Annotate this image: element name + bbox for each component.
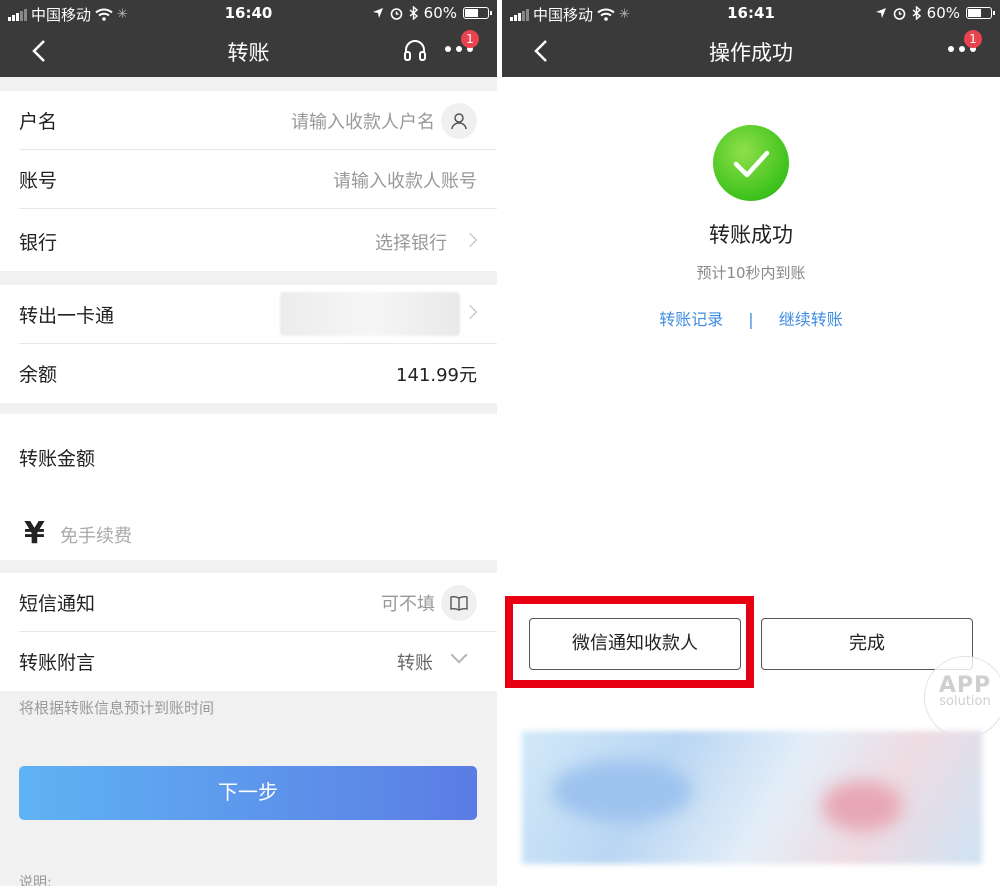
action-links: 转账记录 | 继续转账 [502, 306, 1000, 330]
memo-row[interactable]: 转账附言 转账 [19, 632, 497, 691]
status-bar: 中国移动 ✳ 16:40 60% [0, 0, 497, 26]
bluetooth-icon [912, 6, 921, 20]
location-icon [875, 8, 886, 18]
payee-name-input[interactable]: 请输入收款人户名 [291, 108, 435, 134]
success-screen: 中国移动 ✳ 16:41 60% 操作成功 1 转账成功 预计10秒内到账 转账… [502, 0, 1000, 886]
chevron-down-icon[interactable] [450, 646, 468, 664]
account-row[interactable]: 账号 请输入收款人账号 [19, 150, 497, 209]
sms-row[interactable]: 短信通知 可不填 [19, 573, 497, 632]
success-title: 转账成功 [709, 223, 793, 247]
payee-name-row[interactable]: 户名 请输入收款人户名 [19, 91, 497, 150]
bank-label: 银行 [19, 232, 58, 254]
notification-badge: 1 [964, 30, 982, 48]
alarm-icon [893, 7, 905, 20]
memo-select[interactable]: 转账 [397, 649, 433, 675]
status-right: 60% [372, 4, 492, 22]
source-section: 转出一卡通 余额 141.99元 [0, 285, 497, 403]
app-solution-watermark: APP solution [924, 656, 1000, 738]
extra-section: 短信通知 可不填 转账附言 转账 [0, 573, 497, 691]
book-icon [450, 595, 468, 611]
nav-bar: 操作成功 1 [502, 26, 1000, 77]
sms-input[interactable]: 可不填 [381, 590, 435, 616]
battery-percent: 60% [926, 4, 960, 22]
continue-transfer-link[interactable]: 继续转账 [779, 310, 843, 329]
arrival-hint: 将根据转账信息预计到账时间 [19, 699, 215, 717]
sms-label: 短信通知 [19, 593, 96, 615]
account-input[interactable]: 请输入收款人账号 [333, 167, 477, 193]
watermark-line2: solution [939, 694, 991, 709]
amount-input[interactable]: 免手续费 [60, 522, 132, 548]
phonebook-button[interactable] [441, 585, 477, 621]
blurred-banner[interactable] [522, 731, 982, 864]
bank-select[interactable]: 选择银行 [375, 229, 447, 255]
note-label: 说明: [19, 875, 52, 886]
transfer-screen: 中国移动 ✳ 16:40 60% 转账 1 户名 请输入收款人户名 账号 请输入… [0, 0, 497, 886]
yen-icon: ¥ [24, 516, 45, 551]
amount-section: 转账金额 ¥ 免手续费 [0, 414, 497, 560]
bank-row[interactable]: 银行 选择银行 [19, 209, 497, 271]
source-card-label: 转出一卡通 [19, 305, 115, 327]
memo-label: 转账附言 [19, 652, 96, 674]
balance-label: 余额 [19, 364, 58, 386]
status-right: 60% [875, 4, 995, 22]
card-number-redacted [280, 292, 460, 336]
chevron-right-icon [462, 232, 478, 248]
bluetooth-icon [409, 6, 418, 20]
notification-badge: 1 [461, 30, 479, 48]
highlight-box [505, 596, 754, 688]
status-bar: 中国移动 ✳ 16:41 60% [502, 0, 1000, 26]
balance-row: 余额 141.99元 [19, 344, 497, 403]
top-bar: 中国移动 ✳ 16:40 60% 转账 1 [0, 0, 497, 77]
link-separator: | [748, 310, 754, 329]
alarm-icon [390, 7, 402, 20]
person-icon [451, 113, 467, 130]
checkmark-icon [713, 125, 789, 201]
headset-icon[interactable] [403, 38, 427, 64]
source-card-row[interactable]: 转出一卡通 [19, 285, 497, 344]
account-label: 账号 [19, 170, 58, 192]
chevron-right-icon [462, 304, 478, 320]
payee-name-label: 户名 [19, 111, 58, 133]
battery-percent: 60% [423, 4, 457, 22]
nav-bar: 转账 1 [0, 26, 497, 77]
arrival-estimate: 预计10秒内到账 [696, 264, 806, 282]
location-icon [372, 8, 383, 18]
contact-picker[interactable] [441, 103, 477, 139]
top-bar: 中国移动 ✳ 16:41 60% 操作成功 1 [502, 0, 1000, 77]
payee-section: 户名 请输入收款人户名 账号 请输入收款人账号 银行 选择银行 [0, 91, 497, 271]
page-title: 操作成功 [709, 41, 793, 65]
balance-value: 141.99元 [396, 365, 477, 386]
next-button[interactable]: 下一步 [19, 766, 477, 820]
battery-icon [463, 7, 492, 19]
transfer-records-link[interactable]: 转账记录 [659, 310, 723, 329]
battery-icon [966, 7, 995, 19]
amount-label: 转账金额 [19, 448, 96, 470]
